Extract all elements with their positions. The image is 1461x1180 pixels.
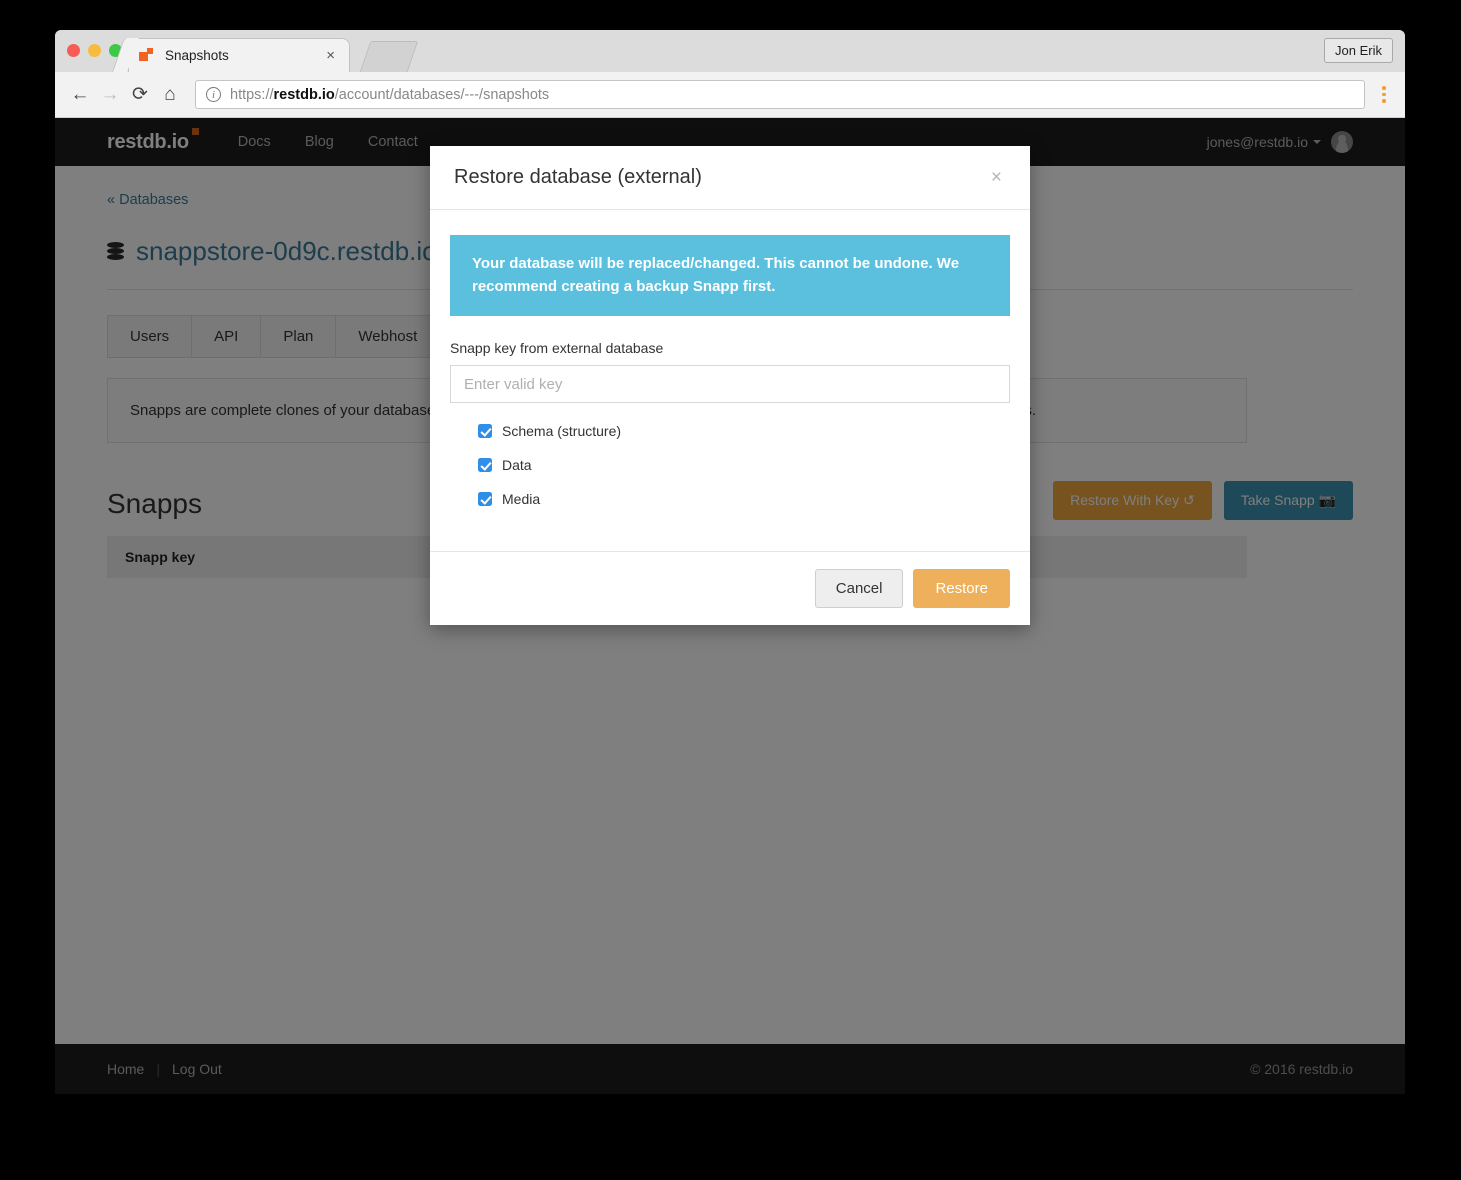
web-page: restdb.io Docs Blog Contact jones@restdb…	[55, 118, 1405, 1094]
url-domain: restdb.io	[273, 86, 335, 103]
browser-tab[interactable]: Snapshots ×	[128, 38, 350, 72]
site-info-icon[interactable]: i	[206, 87, 221, 102]
url-path: /account/databases/---/snapshots	[334, 86, 550, 103]
close-tab-icon[interactable]: ×	[322, 46, 339, 65]
warning-alert: Your database will be replaced/changed. …	[450, 235, 1010, 316]
browser-tabstrip: Snapshots × Jon Erik	[55, 30, 1405, 72]
close-window-button[interactable]	[67, 44, 80, 57]
schema-checkbox-label: Schema (structure)	[502, 423, 622, 439]
restore-database-modal: Restore database (external) × Your datab…	[430, 146, 1030, 625]
modal-title: Restore database (external)	[454, 166, 702, 188]
window-controls	[67, 44, 122, 57]
snapp-key-input[interactable]	[450, 365, 1010, 403]
media-checkbox-label: Media	[502, 491, 541, 507]
url-scheme: https://	[230, 86, 274, 103]
data-checkbox[interactable]	[478, 458, 492, 472]
forward-icon[interactable]: →	[95, 80, 125, 110]
back-icon[interactable]: ←	[65, 80, 95, 110]
checkbox-row-data[interactable]: Data	[478, 457, 1010, 473]
modal-footer: Cancel Restore	[430, 551, 1030, 625]
minimize-window-button[interactable]	[88, 44, 101, 57]
restore-options: Schema (structure) Data Media	[450, 423, 1010, 507]
browser-menu-icon[interactable]	[1373, 86, 1395, 103]
browser-toolbar: ← → ⟳ ⌂ i https://restdb.io/account/data…	[55, 72, 1405, 118]
browser-window: Snapshots × Jon Erik ← → ⟳ ⌂ i https://r…	[55, 30, 1405, 1094]
modal-header: Restore database (external) ×	[430, 146, 1030, 210]
media-checkbox[interactable]	[478, 492, 492, 506]
data-checkbox-label: Data	[502, 457, 532, 473]
browser-tab-title: Snapshots	[165, 48, 229, 63]
schema-checkbox[interactable]	[478, 424, 492, 438]
new-tab-button[interactable]	[359, 41, 419, 72]
address-bar-url: https://restdb.io/account/databases/---/…	[230, 87, 549, 103]
address-bar[interactable]: i https://restdb.io/account/databases/--…	[195, 80, 1365, 109]
restore-button[interactable]: Restore	[913, 569, 1010, 608]
reload-icon[interactable]: ⟳	[125, 80, 155, 110]
checkbox-row-media[interactable]: Media	[478, 491, 1010, 507]
close-icon[interactable]: ×	[987, 166, 1006, 189]
home-icon[interactable]: ⌂	[155, 80, 185, 110]
modal-body: Your database will be replaced/changed. …	[430, 210, 1030, 551]
restdb-favicon-icon	[139, 48, 155, 63]
snapp-key-label: Snapp key from external database	[450, 340, 664, 356]
browser-profile-button[interactable]: Jon Erik	[1324, 38, 1393, 63]
checkbox-row-schema[interactable]: Schema (structure)	[478, 423, 1010, 439]
cancel-button[interactable]: Cancel	[814, 569, 904, 608]
screenshot-root: Snapshots × Jon Erik ← → ⟳ ⌂ i https://r…	[0, 0, 1461, 1180]
